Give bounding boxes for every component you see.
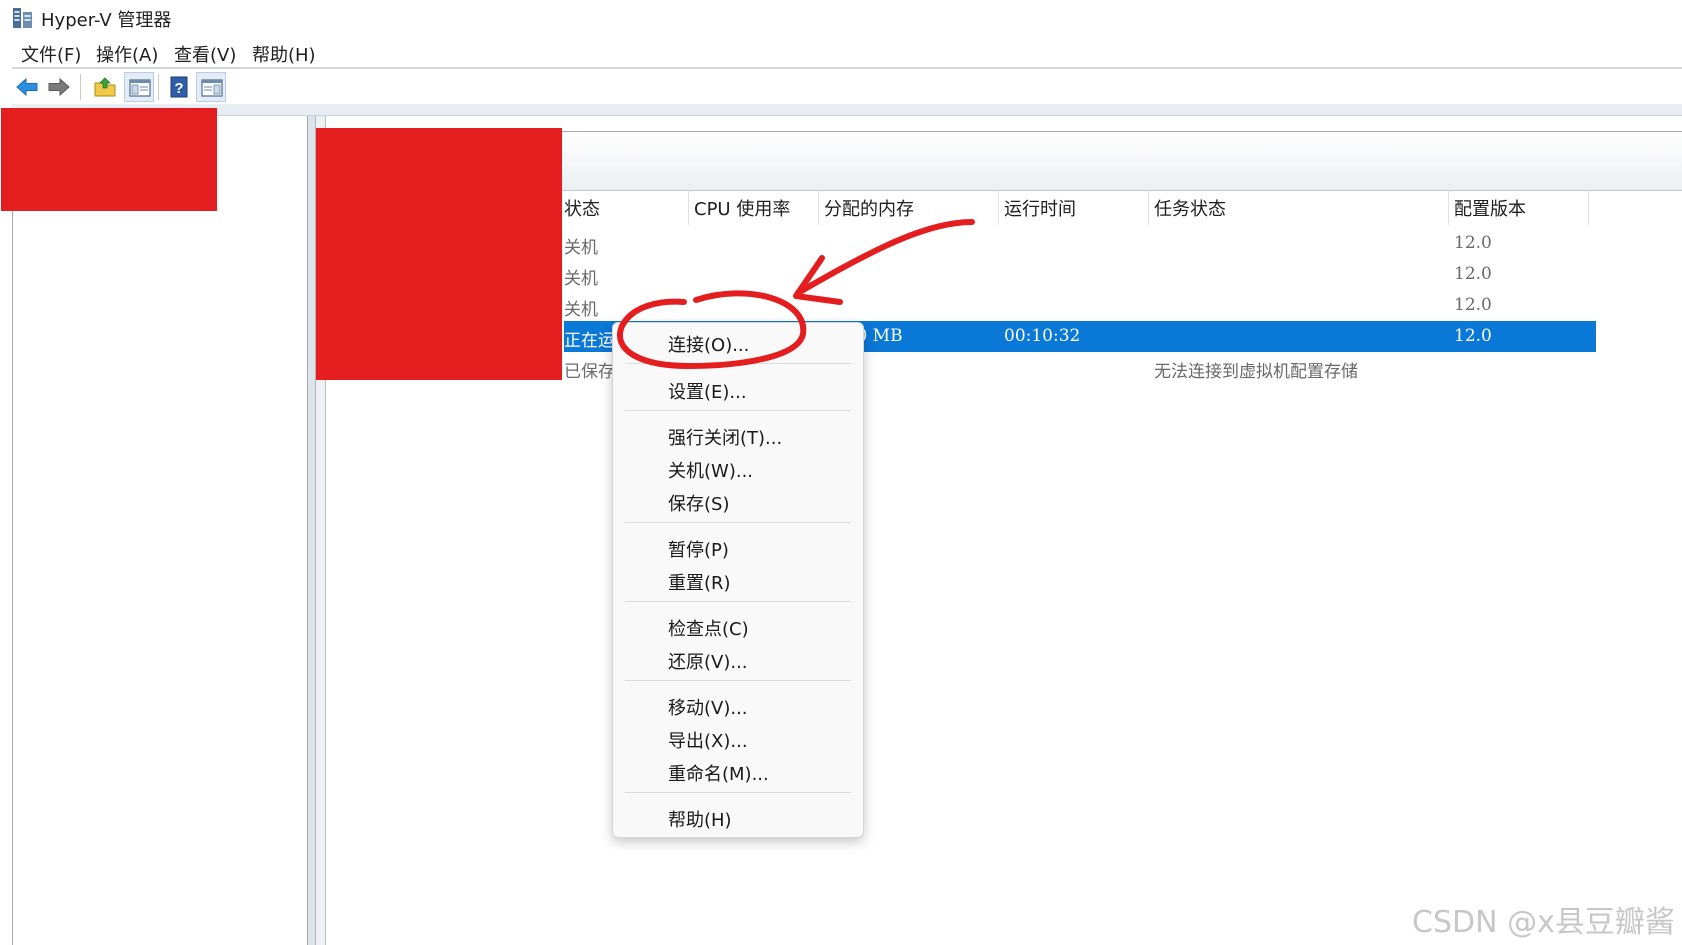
vm-task-status: 无法连接到虚拟机配置存储: [1154, 362, 1358, 382]
menu-separator: [625, 410, 851, 411]
hyper-v-app-icon: [13, 8, 32, 28]
column-header-uptime[interactable]: 运行时间: [1004, 195, 1076, 221]
vm-state: 关机: [564, 238, 598, 258]
vm-state: 关机: [564, 300, 598, 320]
content-top-border: [12, 104, 1682, 116]
toolbar-separator: [80, 74, 81, 100]
column-header-state[interactable]: 状态: [564, 195, 600, 221]
pane-splitter[interactable]: [308, 116, 316, 945]
menu-checkpoint[interactable]: 检查点(C): [668, 615, 749, 641]
column-header-config-version[interactable]: 配置版本: [1454, 195, 1526, 221]
column-header-task-status[interactable]: 任务状态: [1154, 195, 1226, 221]
redaction-block: [1, 108, 217, 211]
menu-bar: 文件(F) 操作(A) 查看(V) 帮助(H): [12, 37, 1682, 69]
up-button[interactable]: [90, 72, 120, 102]
svg-text:?: ?: [174, 80, 183, 97]
vm-state: 关机: [564, 269, 598, 289]
column-header-memory[interactable]: 分配的内存: [824, 195, 914, 221]
forward-button[interactable]: [44, 72, 74, 102]
menu-separator: [625, 792, 851, 793]
menu-separator: [625, 522, 851, 523]
watermark: CSDN @x县豆瓣酱: [1412, 905, 1675, 940]
console-tree-pane[interactable]: [12, 116, 308, 945]
menu-file[interactable]: 文件(F): [21, 41, 81, 67]
vm-state: 已保存: [564, 362, 615, 382]
vm-context-menu: 连接(O)... 设置(E)... 强行关闭(T)... 关机(W)... 保存…: [612, 322, 864, 838]
menu-reset[interactable]: 重置(R): [668, 569, 731, 595]
vm-config-version: 12.0: [1454, 264, 1492, 284]
toolbar: ?: [12, 70, 1682, 104]
back-button[interactable]: [12, 72, 42, 102]
help-button[interactable]: ?: [164, 72, 194, 102]
menu-separator: [625, 363, 851, 364]
back-arrow-icon: [16, 77, 38, 97]
show-action-pane-button[interactable]: [196, 72, 226, 102]
menu-connect[interactable]: 连接(O)...: [668, 331, 749, 357]
title-bar: Hyper-V 管理器: [0, 0, 1682, 36]
window-title: Hyper-V 管理器: [41, 10, 172, 31]
action-pane-icon: [201, 79, 223, 97]
menu-export[interactable]: 导出(X)...: [668, 727, 748, 753]
menu-pause[interactable]: 暂停(P): [668, 536, 729, 562]
menu-action[interactable]: 操作(A): [96, 41, 158, 67]
column-divider[interactable]: [688, 191, 689, 225]
vm-config-version: 12.0: [1454, 233, 1492, 253]
column-divider[interactable]: [818, 191, 819, 225]
vm-config-version: 12.0: [1454, 295, 1492, 315]
vm-row[interactable]: 关机 12.0: [564, 259, 1596, 290]
help-icon: ?: [170, 76, 188, 98]
menu-revert[interactable]: 还原(V)...: [668, 648, 748, 674]
menu-settings[interactable]: 设置(E)...: [668, 378, 747, 404]
menu-turn-off[interactable]: 强行关闭(T)...: [668, 424, 782, 450]
menu-separator: [625, 680, 851, 681]
vm-uptime: 00:10:32: [1004, 326, 1081, 346]
menu-rename[interactable]: 重命名(M)...: [668, 760, 769, 786]
menu-help[interactable]: 帮助(H): [668, 806, 732, 832]
show-console-tree-button[interactable]: [124, 72, 154, 102]
vm-row[interactable]: 关机 12.0: [564, 228, 1596, 259]
menu-view[interactable]: 查看(V): [174, 41, 236, 67]
menu-separator: [625, 601, 851, 602]
menu-save[interactable]: 保存(S): [668, 490, 729, 516]
console-tree-icon: [129, 79, 151, 97]
menu-shut-down[interactable]: 关机(W)...: [668, 457, 753, 483]
menu-move[interactable]: 移动(V)...: [668, 694, 748, 720]
column-divider[interactable]: [1148, 191, 1149, 225]
menu-help[interactable]: 帮助(H): [252, 41, 316, 67]
redaction-block: [316, 128, 562, 380]
column-header-cpu[interactable]: CPU 使用率: [694, 195, 790, 221]
forward-arrow-icon: [48, 77, 70, 97]
vm-row[interactable]: 关机 12.0: [564, 290, 1596, 321]
up-folder-icon: [94, 77, 116, 97]
vm-config-version: 12.0: [1454, 326, 1492, 346]
column-divider[interactable]: [998, 191, 999, 225]
toolbar-separator: [158, 74, 159, 100]
column-divider[interactable]: [1448, 191, 1449, 225]
column-divider[interactable]: [1588, 191, 1589, 225]
